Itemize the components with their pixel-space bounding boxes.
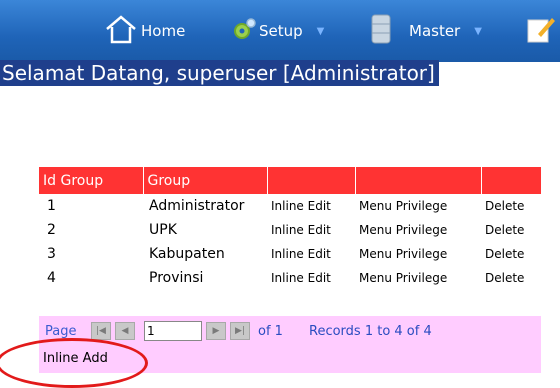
next-page-icon: ▶ (212, 326, 220, 336)
delete-link[interactable]: Delete (481, 218, 541, 242)
gear-icon (232, 17, 256, 45)
header-group: Group (143, 167, 268, 194)
nav-master[interactable]: Master ▼ (370, 0, 482, 62)
table-row: 1 Administrator Inline Edit Menu Privile… (39, 194, 541, 218)
row-group: Administrator (149, 198, 245, 214)
nav-setup[interactable]: Setup ▼ (232, 0, 324, 62)
row-group: Kabupaten (149, 246, 225, 262)
prev-page-icon: ◀ (121, 326, 129, 336)
inline-edit-link[interactable]: Inline Edit (267, 266, 355, 290)
next-page-button[interactable]: ▶ (206, 322, 226, 340)
row-id: 4 (47, 270, 56, 286)
first-page-button[interactable]: |◀ (91, 322, 111, 340)
row-id: 3 (47, 246, 56, 262)
home-icon (104, 14, 138, 48)
table-row: 3 Kabupaten Inline Edit Menu Privilege D… (39, 242, 541, 266)
group-table: Id Group Group 1 Administrator Inline Ed… (39, 167, 541, 290)
delete-link[interactable]: Delete (481, 266, 541, 290)
menu-privilege-link[interactable]: Menu Privilege (355, 218, 481, 242)
table-row: 2 UPK Inline Edit Menu Privilege Delete (39, 218, 541, 242)
header-delete (481, 167, 541, 194)
last-page-icon: ▶| (235, 326, 245, 336)
page-label: Page (45, 324, 77, 339)
highlight-circle (0, 338, 148, 388)
header-id-group: Id Group (39, 167, 144, 194)
first-page-icon: |◀ (96, 326, 106, 336)
welcome-banner: Selamat Datang, superuser [Administrator… (0, 60, 439, 86)
edit-icon (526, 14, 556, 48)
header-edit (267, 167, 356, 194)
delete-link[interactable]: Delete (481, 194, 541, 218)
chevron-down-icon: ▼ (316, 25, 325, 37)
nav-master-label: Master (409, 22, 461, 40)
nav-edit-menu[interactable] (526, 0, 559, 62)
nav-home[interactable]: Home (104, 0, 185, 62)
last-page-button[interactable]: ▶| (230, 322, 250, 340)
header-privilege (355, 167, 482, 194)
menu-privilege-link[interactable]: Menu Privilege (355, 194, 481, 218)
inline-edit-link[interactable]: Inline Edit (267, 194, 355, 218)
database-icon (370, 13, 392, 49)
top-navbar: Home Setup ▼ Master ▼ (0, 0, 560, 62)
inline-edit-link[interactable]: Inline Edit (267, 242, 355, 266)
inline-edit-link[interactable]: Inline Edit (267, 218, 355, 242)
menu-privilege-link[interactable]: Menu Privilege (355, 266, 481, 290)
delete-link[interactable]: Delete (481, 242, 541, 266)
prev-page-button[interactable]: ◀ (115, 322, 135, 340)
records-text: Records 1 to 4 of 4 (309, 324, 432, 339)
menu-privilege-link[interactable]: Menu Privilege (355, 242, 481, 266)
nav-home-label: Home (141, 22, 186, 40)
table-row: 4 Provinsi Inline Edit Menu Privilege De… (39, 266, 541, 290)
table-header-row: Id Group Group (39, 167, 541, 194)
row-id: 2 (47, 222, 56, 238)
row-group: UPK (149, 222, 177, 238)
chevron-down-icon: ▼ (474, 25, 482, 37)
row-id: 1 (47, 198, 56, 214)
row-group: Provinsi (149, 270, 204, 286)
page-count-text: of 1 (258, 324, 283, 339)
page-number-input[interactable] (144, 321, 202, 341)
nav-setup-label: Setup (259, 22, 303, 40)
